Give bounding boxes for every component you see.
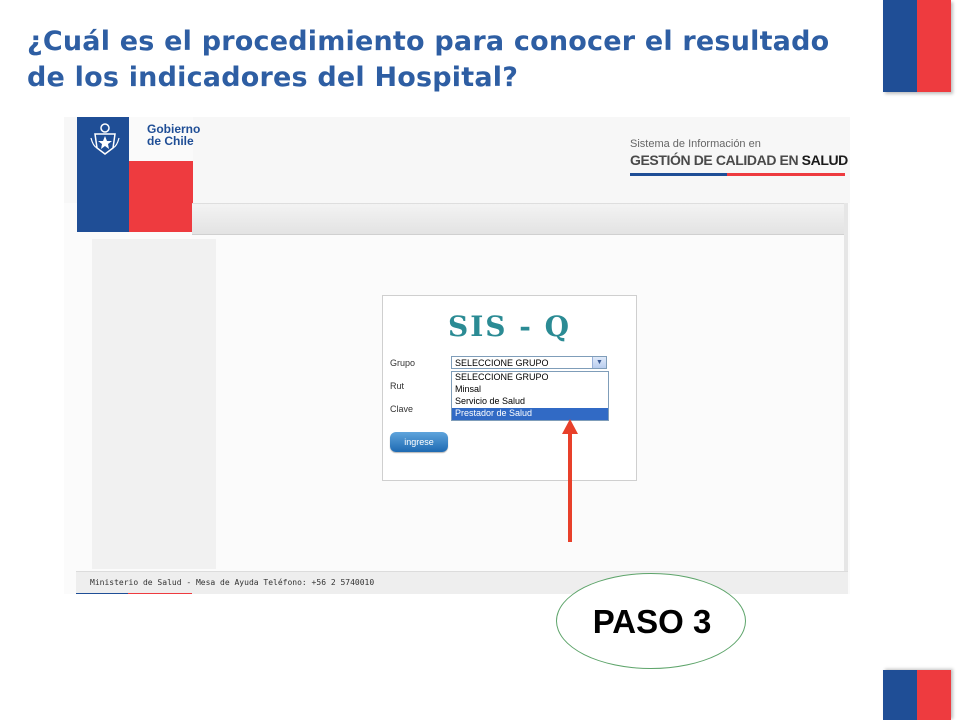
embedded-screenshot: Gobierno de Chile Sistema de Información… (64, 117, 850, 594)
slide-title: ¿Cuál es el procedimiento para conocer e… (27, 26, 830, 93)
dropdown-option[interactable]: Servicio de Salud (452, 396, 608, 408)
brand-title: GESTIÓN DE CALIDAD EN SALUD (630, 152, 848, 168)
brand-title-prefix: GESTIÓN DE CALIDAD EN (630, 152, 799, 168)
group-select-value: SELECCIONE GRUPO (455, 358, 549, 368)
dropdown-option[interactable]: SELECCIONE GRUPO (452, 372, 608, 384)
step-ellipse: PASO 3 (556, 573, 746, 669)
gobierno-logo-text: Gobierno de Chile (147, 122, 201, 148)
login-form: SIS - Q Grupo Rut Clave SELECCIONE GRUPO… (382, 295, 637, 481)
login-title: SIS - Q (447, 310, 572, 343)
nav-bar (192, 203, 847, 235)
pointer-arrow-line (568, 432, 572, 542)
submit-button[interactable]: ingrese (390, 432, 448, 452)
rut-label: Rut (390, 381, 405, 391)
group-dropdown-list: SELECCIONE GRUPO Minsal Servicio de Salu… (451, 371, 609, 421)
group-select[interactable]: SELECCIONE GRUPO ▼ (451, 356, 607, 369)
step-label: PASO 3 (592, 603, 712, 640)
gobierno-logo: Gobierno de Chile (77, 117, 200, 232)
brand-title-strong: SALUD (801, 152, 849, 168)
chevron-down-icon[interactable]: ▼ (592, 357, 606, 368)
left-panel (92, 239, 216, 569)
dropdown-option-selected[interactable]: Prestador de Salud (452, 408, 608, 420)
group-label: Grupo (390, 358, 416, 368)
password-label: Clave (390, 404, 414, 414)
brand-underline (630, 173, 845, 176)
coat-of-arms-icon (90, 123, 120, 155)
flag-decoration-top (883, 0, 951, 92)
brand-subtitle: Sistema de Información en (630, 138, 761, 150)
flag-decoration-bottom (883, 670, 951, 720)
dropdown-option[interactable]: Minsal (452, 384, 608, 396)
footer-text: Ministerio de Salud - Mesa de Ayuda Telé… (90, 578, 375, 587)
footer-underline (76, 593, 192, 594)
content-edge (844, 203, 848, 594)
